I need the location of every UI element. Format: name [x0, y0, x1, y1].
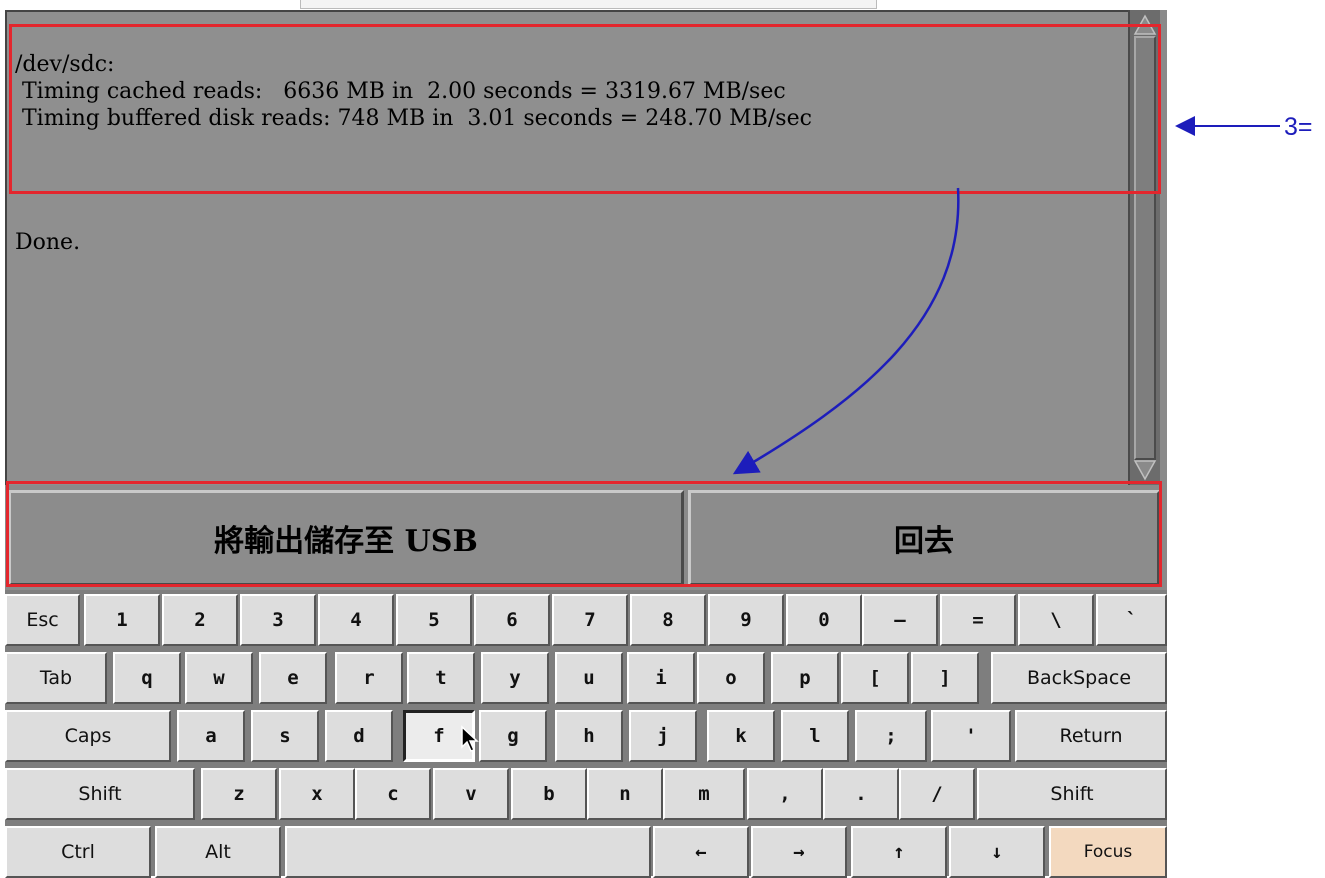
key-s[interactable]: s [251, 710, 319, 762]
key-period[interactable]: . [823, 768, 899, 820]
terminal-line: /dev/sdc: [15, 52, 115, 77]
key-w[interactable]: w [185, 652, 253, 704]
key-8[interactable]: 8 [630, 594, 706, 646]
key-right-bracket[interactable]: ] [911, 652, 979, 704]
key-t[interactable]: t [407, 652, 475, 704]
key-2[interactable]: 2 [162, 594, 238, 646]
key-l[interactable]: l [781, 710, 849, 762]
callout-label: 3= [1284, 113, 1313, 141]
key-j[interactable]: j [629, 710, 697, 762]
key-7[interactable]: 7 [552, 594, 628, 646]
key-a[interactable]: a [177, 710, 245, 762]
back-button[interactable]: 回去 [688, 490, 1160, 586]
top-title-strip [300, 0, 877, 9]
key-u[interactable]: u [555, 652, 623, 704]
key-down-arrow[interactable]: ↓ [949, 826, 1045, 878]
key-left-arrow[interactable]: ← [653, 826, 749, 878]
key-0[interactable]: 0 [786, 594, 862, 646]
key-o[interactable]: o [697, 652, 765, 704]
key-alt[interactable]: Alt [155, 826, 281, 878]
key-y[interactable]: y [481, 652, 549, 704]
key-4[interactable]: 4 [318, 594, 394, 646]
on-screen-keyboard: Esc 1 2 3 4 5 6 7 8 9 0– = \ ` Tab q w e r t y u i o p[] BackSpac… [5, 590, 1167, 878]
key-tab[interactable]: Tab [5, 652, 107, 704]
key-p[interactable]: p [771, 652, 839, 704]
key-up-arrow[interactable]: ↑ [851, 826, 947, 878]
scroll-up-arrow-icon[interactable] [1133, 14, 1157, 36]
scroll-down-arrow-icon[interactable] [1133, 459, 1157, 481]
key-return[interactable]: Return [1015, 710, 1167, 762]
save-to-usb-button[interactable]: 將輸出儲存至 USB [8, 490, 684, 586]
key-esc[interactable]: Esc [5, 594, 80, 646]
key-slash[interactable]: / [899, 768, 975, 820]
key-equals[interactable]: = [940, 594, 1016, 646]
key-5[interactable]: 5 [396, 594, 472, 646]
key-g[interactable]: g [479, 710, 547, 762]
mouse-pointer-icon [461, 725, 479, 752]
key-b[interactable]: b [511, 768, 587, 820]
key-k[interactable]: k [707, 710, 775, 762]
key-right-arrow[interactable]: → [751, 826, 847, 878]
key-6[interactable]: 6 [474, 594, 550, 646]
terminal-scrollbar[interactable] [1128, 10, 1160, 485]
key-1[interactable]: 1 [84, 594, 160, 646]
scroll-thumb[interactable] [1134, 36, 1156, 460]
key-ctrl[interactable]: Ctrl [5, 826, 151, 878]
key-backslash[interactable]: \ [1018, 594, 1094, 646]
key-d[interactable]: d [325, 710, 393, 762]
key-9[interactable]: 9 [708, 594, 784, 646]
key-z[interactable]: z [201, 768, 277, 820]
key-backspace[interactable]: BackSpace [991, 652, 1167, 704]
terminal-line: Timing cached reads: 6636 MB in 2.00 sec… [15, 79, 786, 104]
key-e[interactable]: e [259, 652, 327, 704]
key-caps-lock[interactable]: Caps [5, 710, 171, 762]
key-shift[interactable]: Shift [5, 768, 195, 820]
key-comma[interactable]: , [747, 768, 823, 820]
key-v[interactable]: v [433, 768, 509, 820]
key-apostrophe[interactable]: ' [931, 710, 1011, 762]
key-semicolon[interactable]: ; [855, 710, 927, 762]
key-q[interactable]: q [113, 652, 181, 704]
key-c[interactable]: c [355, 768, 431, 820]
key-focus[interactable]: Focus [1049, 826, 1167, 878]
key-3[interactable]: 3 [240, 594, 316, 646]
key-minus[interactable]: – [862, 594, 938, 646]
key-r[interactable]: r [335, 652, 403, 704]
key-backtick[interactable]: ` [1096, 594, 1167, 646]
key-x[interactable]: x [279, 768, 355, 820]
key-m[interactable]: m [663, 768, 745, 820]
terminal-line: Done. [15, 230, 81, 255]
terminal-output: /dev/sdc: Timing cached reads: 6636 MB i… [5, 10, 1128, 485]
key-left-bracket[interactable]: [ [841, 652, 909, 704]
key-h[interactable]: h [555, 710, 623, 762]
key-i[interactable]: i [627, 652, 695, 704]
key-space[interactable] [285, 826, 651, 878]
key-shift[interactable]: Shift [977, 768, 1167, 820]
key-n[interactable]: n [587, 768, 663, 820]
terminal-line: Timing buffered disk reads: 748 MB in 3.… [15, 106, 812, 131]
